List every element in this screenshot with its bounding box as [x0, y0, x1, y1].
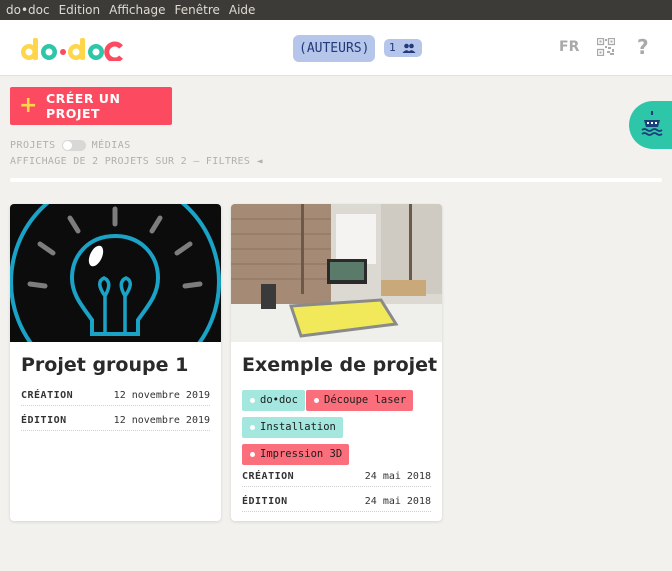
projects-toggle-label[interactable]: PROJETS	[10, 140, 56, 151]
edited-date: 24 mai 2018	[364, 496, 431, 507]
created-label: CRÉATION	[242, 471, 295, 482]
projects-medias-switch[interactable]	[61, 140, 86, 151]
boat-icon	[641, 111, 663, 136]
divider	[10, 178, 662, 182]
created-meta: CRÉATION 12 novembre 2019	[21, 390, 210, 406]
edited-meta: ÉDITION 12 novembre 2019	[21, 415, 210, 431]
edited-meta: ÉDITION 24 mai 2018	[242, 496, 431, 512]
edited-label: ÉDITION	[242, 496, 288, 507]
medias-toggle-label[interactable]: MÉDIAS	[92, 140, 131, 151]
created-meta: CRÉATION 24 mai 2018	[242, 471, 431, 487]
plus-icon: +	[19, 93, 38, 118]
create-project-label: CRÉER UN PROJET	[45, 91, 121, 121]
authors-count-badge[interactable]: 1	[384, 39, 422, 57]
dodoc-logo[interactable]	[20, 37, 124, 61]
menu-item-aide[interactable]: Aide	[229, 3, 256, 17]
created-date: 24 mai 2018	[364, 471, 431, 482]
app-header: (AUTEURS) 1 FR ?	[0, 20, 672, 76]
keyword-tag[interactable]: Découpe laser	[306, 390, 414, 411]
menu-bar: do•doc Edition Affichage Fenêtre Aide	[0, 0, 672, 20]
create-project-button[interactable]: + CRÉER UN PROJET	[10, 87, 172, 125]
lightbulb-illustration	[10, 204, 221, 342]
created-date: 12 novembre 2019	[113, 390, 210, 401]
project-title[interactable]: Projet groupe 1	[21, 354, 188, 376]
menu-item-app[interactable]: do•doc	[6, 3, 50, 17]
side-panel-button[interactable]	[629, 101, 672, 149]
keyword-tag[interactable]: do•doc	[242, 390, 305, 411]
users-icon	[402, 43, 416, 53]
project-title[interactable]: Exemple de projet	[242, 354, 437, 376]
view-toggle: PROJETS MÉDIAS	[10, 140, 131, 151]
menu-item-edition[interactable]: Edition	[59, 3, 101, 17]
created-label: CRÉATION	[21, 390, 74, 401]
authors-button[interactable]: (AUTEURS)	[293, 35, 376, 62]
edited-label: ÉDITION	[21, 415, 67, 426]
filter-summary[interactable]: AFFICHAGE DE 2 PROJETS SUR 2 — FILTRES ◄	[10, 156, 263, 167]
edited-date: 12 novembre 2019	[113, 415, 210, 426]
help-icon[interactable]: ?	[637, 35, 649, 59]
qr-code-icon[interactable]	[597, 38, 615, 56]
authors-count: 1	[389, 41, 396, 54]
project-card[interactable]: Projet groupe 1 CRÉATION 12 novembre 201…	[10, 204, 221, 521]
menu-item-affichage[interactable]: Affichage	[109, 3, 165, 17]
keyword-tag[interactable]: Impression 3D	[242, 444, 350, 465]
project-photo	[231, 204, 442, 342]
menu-item-fenetre[interactable]: Fenêtre	[175, 3, 220, 17]
keyword-tag[interactable]: Installation	[242, 417, 343, 438]
project-card[interactable]: Exemple de projet do•doc Découpe laser I…	[231, 204, 442, 521]
language-selector[interactable]: FR	[559, 39, 579, 55]
